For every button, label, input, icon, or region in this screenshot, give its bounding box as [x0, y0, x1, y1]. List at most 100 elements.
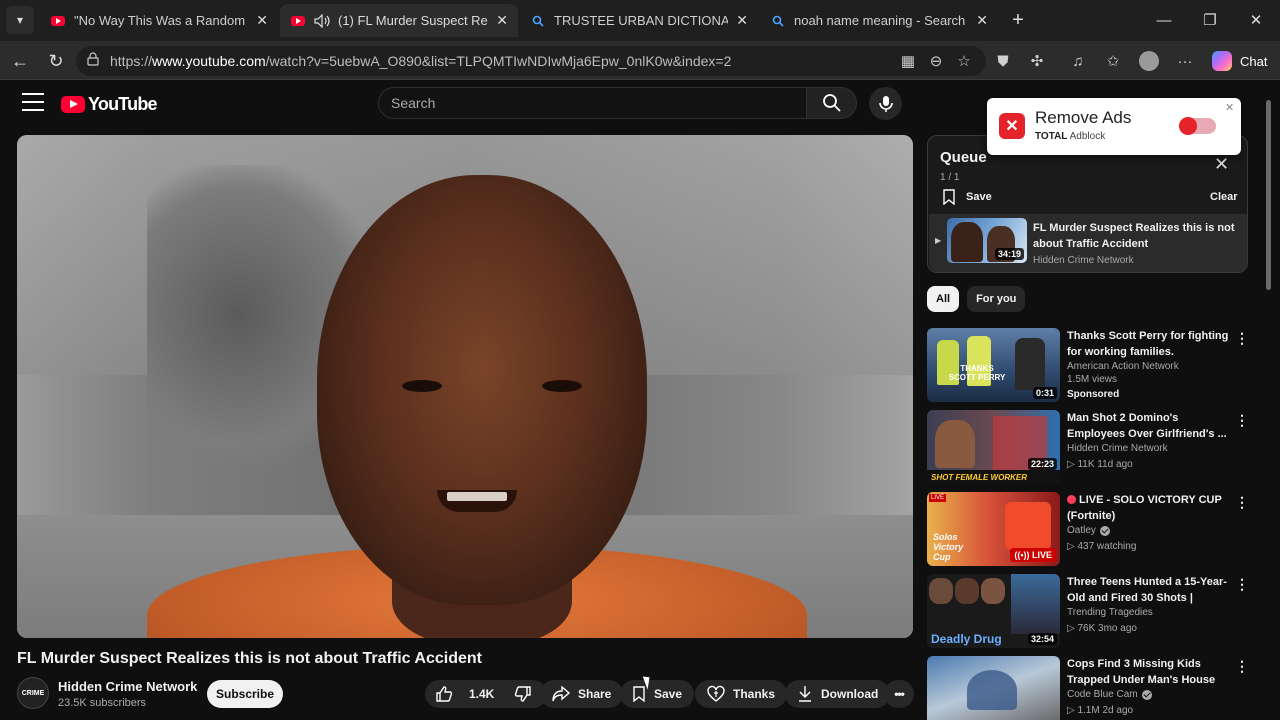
like-dislike-group: 1.4K [425, 680, 547, 708]
search-button[interactable] [807, 87, 857, 119]
live-dot-icon [1067, 495, 1076, 504]
more-menu-icon[interactable]: ··· [1174, 50, 1196, 72]
tab-title: TRUSTEE URBAN DICTIONARY - S [554, 13, 729, 28]
adblock-extension-icon[interactable]: ⛊ [992, 50, 1014, 72]
video-title: FL Murder Suspect Realizes this is not a… [17, 650, 482, 667]
browser-tab-bar: ▾ "No Way This Was a Random Traffi ✕ (1)… [0, 0, 1280, 41]
video-meta: ▷ 1.1M 2d ago [1067, 705, 1134, 716]
more-options-icon[interactable]: ⋮ [1235, 658, 1249, 675]
recommended-video[interactable]: SHOT FEMALE WORKER 22:23 Man Shot 2 Domi… [927, 410, 1249, 484]
video-channel: Hidden Crime Network [1067, 443, 1168, 454]
recommended-video[interactable]: THANKS SCOTT PERRY 0:31 Thanks Scott Per… [927, 328, 1249, 402]
tab-close-icon[interactable]: ✕ [256, 12, 268, 29]
recommendation-filter-chips: All For you [927, 286, 1026, 312]
search-icon [822, 94, 841, 112]
site-info-icon[interactable] [86, 51, 100, 71]
recommended-video[interactable]: LIVE Solos Victory Cup ((•)) LIVE LIVE -… [927, 492, 1249, 566]
like-button[interactable]: 1.4K [425, 680, 504, 708]
menu-icon[interactable] [22, 93, 44, 111]
queue-item-duration: 34:19 [994, 248, 1024, 260]
recommended-video[interactable]: Deadly Drug 32:54 Three Teens Hunted a 1… [927, 574, 1249, 648]
browser-tab[interactable]: noah name meaning - Search ✕ [760, 4, 998, 37]
favorites-icon[interactable]: ✩ [1102, 50, 1124, 72]
queue-item[interactable]: ▶ 34:19 FL Murder Suspect Realizes this … [929, 214, 1247, 272]
queue-panel: Queue 1 / 1 ✕ Save Clear ▶ 34:19 FL Murd… [927, 135, 1248, 273]
more-options-icon[interactable]: ⋮ [1235, 412, 1249, 429]
youtube-logo[interactable]: YouTube [61, 94, 158, 115]
copilot-chat-button[interactable]: Chat [1208, 48, 1274, 74]
video-duration: 22:23 [1027, 458, 1057, 470]
video-meta: ▷ 437 watching [1067, 541, 1137, 552]
refresh-icon[interactable]: ↻ [42, 47, 70, 75]
queue-close-icon[interactable]: ✕ [1214, 154, 1229, 175]
video-channel: Oatley [1067, 525, 1110, 536]
thanks-button[interactable]: Thanks [695, 680, 788, 708]
more-options-icon[interactable]: ⋮ [1235, 330, 1249, 347]
save-button[interactable]: Save [620, 680, 695, 708]
search-input[interactable]: Search [378, 87, 807, 119]
recommended-video[interactable]: Cops Find 3 Missing Kids Trapped Under M… [927, 656, 1249, 720]
scrollbar-thumb[interactable] [1266, 100, 1271, 290]
chip-all[interactable]: All [927, 286, 960, 312]
zoom-icon[interactable]: ⊖ [925, 50, 947, 72]
thumbs-down-icon [515, 686, 532, 702]
voice-search-button[interactable] [869, 87, 902, 120]
speaker-icon[interactable] [314, 13, 330, 29]
tab-title: noah name meaning - Search [794, 13, 966, 28]
download-button[interactable]: Download [785, 680, 891, 708]
tab-close-icon[interactable]: ✕ [736, 12, 748, 29]
tab-actions-chevron-icon[interactable]: ▾ [6, 6, 34, 34]
queue-clear-button[interactable]: Clear [1210, 191, 1238, 203]
url-field[interactable]: https://www.youtube.com/watch?v=5uebwA_O… [76, 46, 986, 76]
search-icon [530, 13, 546, 29]
more-options-icon[interactable]: ⋮ [1235, 494, 1249, 511]
share-button[interactable]: Share [540, 680, 624, 708]
search-bar: Search [378, 87, 857, 119]
remove-ads-toggle[interactable] [1179, 117, 1216, 135]
more-dots-icon: ••• [894, 687, 905, 701]
youtube-favicon-icon [290, 13, 306, 29]
minimize-icon[interactable]: ― [1144, 6, 1184, 34]
more-options-icon[interactable]: ⋮ [1235, 576, 1249, 593]
video-thumbnail: Deadly Drug 32:54 [927, 574, 1060, 648]
queue-item-title: FL Murder Suspect Realizes this is not a… [1033, 222, 1235, 250]
more-actions-button[interactable]: ••• [884, 680, 914, 708]
browser-tab[interactable]: "No Way This Was a Random Traffi ✕ [40, 4, 278, 37]
browser-tab-active[interactable]: (1) FL Murder Suspect Realize ✕ [280, 4, 518, 37]
adblock-logo-icon: ✕ [999, 113, 1025, 139]
queue-save-button[interactable]: Save [942, 189, 992, 205]
app-available-icon[interactable]: ▦ [897, 50, 919, 72]
video-duration: 0:31 [1032, 387, 1057, 399]
sponsored-label: Sponsored [1067, 389, 1120, 400]
adblock-brand: TOTAL Adblock [1035, 131, 1106, 142]
profile-avatar-icon[interactable] [1138, 50, 1160, 72]
adblock-close-icon[interactable]: ✕ [1225, 101, 1234, 114]
url-text: https://www.youtube.com/watch?v=5uebwA_O… [110, 53, 732, 69]
browser-tab[interactable]: TRUSTEE URBAN DICTIONARY - S ✕ [520, 4, 758, 37]
extensions-puzzle-icon[interactable]: ✣ [1026, 50, 1048, 72]
channel-name[interactable]: Hidden Crime Network [58, 679, 197, 694]
favorite-star-icon[interactable]: ☆ [953, 50, 975, 72]
restore-icon[interactable]: ❐ [1190, 6, 1230, 34]
chip-for-you[interactable]: For you [967, 286, 1026, 312]
youtube-favicon-icon [50, 13, 66, 29]
video-meta: ▷ 76K 3mo ago [1067, 623, 1137, 634]
channel-avatar[interactable]: CRIME [17, 677, 49, 709]
close-window-icon[interactable]: ✕ [1236, 6, 1276, 34]
page-scrollbar[interactable] [1264, 96, 1272, 716]
queue-title: Queue [940, 149, 987, 166]
tab-close-icon[interactable]: ✕ [496, 12, 508, 29]
video-views: 1.5M views [1067, 374, 1118, 385]
youtube-play-icon [61, 96, 85, 113]
split-screen-icon[interactable]: ♫ [1067, 50, 1089, 72]
new-tab-plus-icon[interactable]: + [998, 6, 1038, 34]
microphone-icon [878, 95, 893, 112]
adblock-title: Remove Ads [1035, 108, 1132, 127]
live-badge: ((•)) LIVE [1010, 548, 1056, 562]
back-arrow-icon[interactable]: ← [6, 47, 34, 75]
tab-close-icon[interactable]: ✕ [976, 12, 988, 29]
video-title: Three Teens Hunted a 15-Year-Old and Fir… [1067, 576, 1227, 604]
subscribe-button[interactable]: Subscribe [207, 680, 283, 708]
video-duration: 32:54 [1027, 633, 1057, 645]
video-player[interactable] [17, 135, 913, 638]
